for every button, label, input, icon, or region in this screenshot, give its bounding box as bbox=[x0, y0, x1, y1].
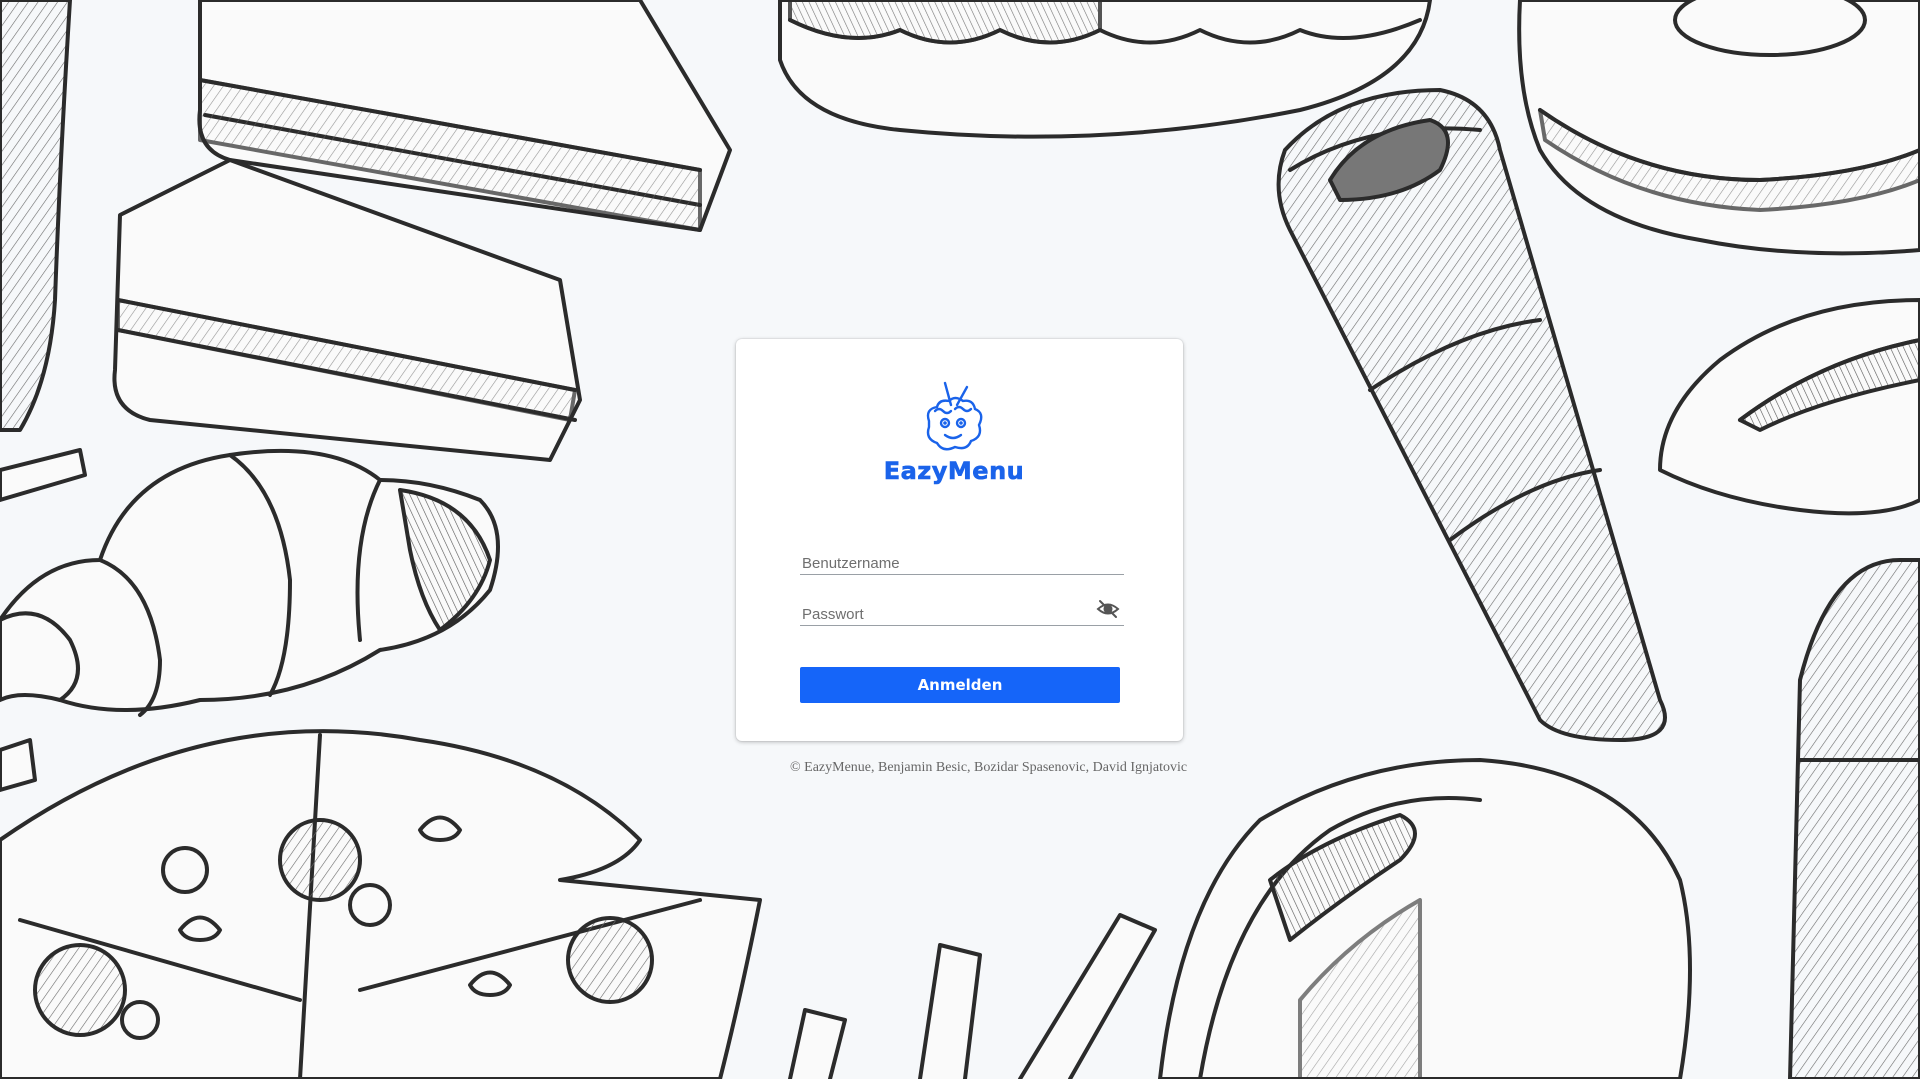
username-input[interactable] bbox=[800, 555, 1094, 572]
username-field bbox=[800, 544, 1124, 575]
login-button[interactable]: Anmelden bbox=[800, 667, 1120, 703]
footer-copyright: © EazyMenue, Benjamin Besic, Bozidar Spa… bbox=[790, 760, 1188, 775]
password-input[interactable] bbox=[800, 606, 1094, 623]
eye-off-icon[interactable] bbox=[1096, 597, 1120, 621]
brand-name: EazyMenu bbox=[883, 457, 1025, 486]
mascot-logo-icon bbox=[926, 381, 983, 451]
brand-logo: EazyMenu bbox=[736, 381, 1183, 501]
password-field bbox=[800, 595, 1124, 626]
login-card: EazyMenu Anmelden bbox=[736, 339, 1183, 741]
